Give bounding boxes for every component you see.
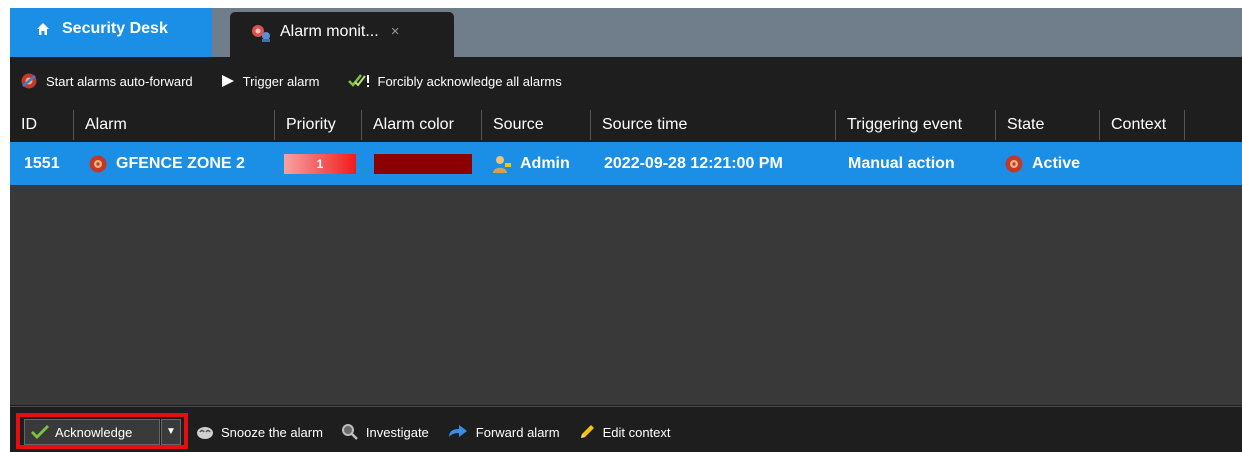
tab-bar: Security Desk Alarm monit... ×	[10, 8, 1242, 57]
alarm-table-empty-area[interactable]	[10, 185, 1242, 405]
cell-id: 1551	[24, 154, 60, 172]
column-header-source-time[interactable]: Source time	[590, 110, 835, 140]
home-icon	[37, 23, 49, 35]
edit-context-label: Edit context	[602, 424, 671, 440]
alarm-bell-icon	[1005, 155, 1023, 172]
column-header-alarm[interactable]: Alarm	[73, 110, 274, 140]
forward-arrow-icon	[448, 425, 467, 437]
alarm-bell-icon	[89, 155, 107, 172]
forward-alarm-button[interactable]: Forward alarm	[447, 424, 560, 440]
start-auto-forward-label: Start alarms auto-forward	[46, 73, 193, 89]
cell-source-time: 2022-09-28 12:21:00 PM	[604, 154, 783, 172]
investigate-button[interactable]: Investigate	[341, 423, 429, 441]
cell-triggering-event: Manual action	[848, 154, 955, 172]
column-header-context[interactable]: Context	[1099, 110, 1185, 140]
column-header-alarm-color[interactable]: Alarm color	[361, 110, 481, 140]
alarm-monitor-icon	[252, 25, 270, 42]
cell-source: Admin	[492, 142, 570, 185]
snooze-alarm-label: Snooze the alarm	[221, 424, 323, 440]
investigate-label: Investigate	[365, 424, 429, 440]
cell-state-value: Active	[1032, 154, 1081, 172]
start-auto-forward-button[interactable]: Start alarms auto-forward	[20, 72, 193, 90]
cell-alarm-color	[374, 154, 472, 174]
magnifier-icon	[341, 424, 358, 440]
forward-alarm-label: Forward alarm	[475, 424, 560, 440]
force-acknowledge-all-label: Forcibly acknowledge all alarms	[377, 73, 562, 89]
user-icon	[493, 155, 511, 173]
alarm-action-bar: Acknowledge ▼ Snooze the alarm Investiga…	[10, 406, 1242, 452]
close-tab-icon[interactable]: ×	[391, 23, 400, 40]
alarm-table-header: ID Alarm Priority Alarm color Source Sou…	[10, 110, 1242, 140]
column-header-state[interactable]: State	[995, 110, 1099, 140]
pencil-icon	[580, 425, 594, 438]
column-header-source[interactable]: Source	[481, 110, 590, 140]
alarm-toolbar: Start alarms auto-forward Trigger alarm …	[10, 64, 590, 98]
column-header-id[interactable]: ID	[10, 110, 73, 140]
cell-state: Active	[1004, 142, 1080, 185]
tab-alarm-monitoring-label: Alarm monit...	[280, 23, 379, 40]
acknowledge-button[interactable]: Acknowledge	[24, 419, 160, 445]
snooze-icon	[197, 427, 213, 439]
tab-alarm-monitoring[interactable]: Alarm monit... ×	[230, 12, 454, 57]
snooze-alarm-button[interactable]: Snooze the alarm	[196, 424, 323, 440]
force-acknowledge-all-button[interactable]: Forcibly acknowledge all alarms	[347, 73, 562, 89]
alarm-actions: Snooze the alarm Investigate Forward ala…	[196, 419, 689, 445]
security-desk-window: Security Desk Alarm monit... × Start ala…	[10, 8, 1242, 452]
acknowledge-label: Acknowledge	[55, 424, 133, 440]
cell-alarm: GFENCE ZONE 2	[88, 142, 245, 185]
play-icon	[221, 75, 234, 87]
cell-alarm-name: GFENCE ZONE 2	[116, 154, 245, 172]
tab-security-desk-label: Security Desk	[62, 20, 168, 37]
auto-forward-icon	[21, 73, 37, 89]
cell-priority: 1	[284, 154, 356, 174]
tab-security-desk[interactable]: Security Desk	[10, 8, 212, 57]
trigger-alarm-button[interactable]: Trigger alarm	[221, 74, 320, 89]
check-icon	[31, 425, 49, 439]
trigger-alarm-label: Trigger alarm	[242, 73, 320, 89]
cell-source-name: Admin	[520, 154, 570, 172]
column-header-priority[interactable]: Priority	[274, 110, 361, 140]
double-check-icon	[347, 74, 369, 87]
edit-context-button[interactable]: Edit context	[578, 423, 671, 441]
column-header-triggering-event[interactable]: Triggering event	[835, 110, 995, 140]
acknowledge-dropdown-button[interactable]: ▼	[161, 419, 181, 445]
table-row[interactable]: 1551 GFENCE ZONE 2 1 Admin 2022-09-28 12…	[10, 142, 1242, 185]
